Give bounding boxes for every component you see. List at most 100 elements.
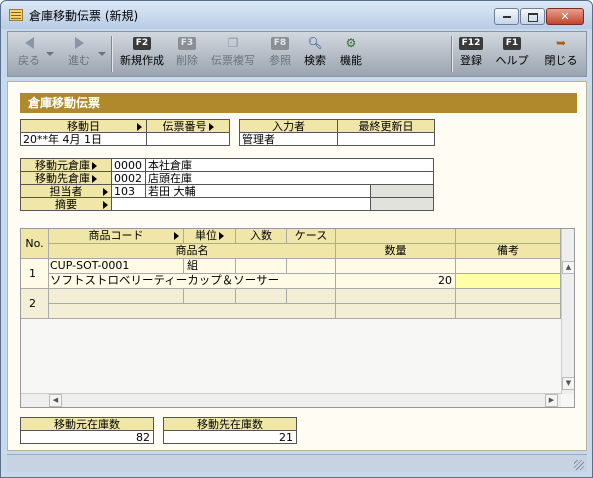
product-name-cell[interactable] — [49, 304, 336, 319]
source-warehouse-name: 本社倉庫 — [145, 158, 434, 172]
row-number[interactable]: 2 — [21, 289, 49, 319]
memo-field[interactable] — [111, 197, 371, 211]
product-name-cell[interactable]: ソフトストロベリーティーカップ＆ソーサー — [49, 274, 336, 289]
case-cell[interactable] — [287, 289, 336, 304]
exit-door-icon: ➥ — [555, 36, 567, 50]
search-label: 検索 — [304, 54, 326, 67]
last-updated-header: 最終更新日 — [337, 119, 435, 133]
col-header-no: No. — [21, 229, 49, 259]
copy-voucher-button[interactable]: ❐ 伝票複写 — [208, 32, 258, 76]
help-label: ヘルプ — [495, 54, 529, 67]
entered-by-header: 入力者 — [239, 119, 338, 133]
remarks-cell[interactable] — [456, 274, 561, 289]
forward-button[interactable]: 進む — [62, 32, 96, 76]
voucher-no-field[interactable] — [146, 132, 230, 146]
col-header-unit[interactable]: 単位 — [184, 229, 236, 244]
search-icon: 🔍︎ — [307, 36, 323, 50]
close-window-button[interactable]: ✕ — [546, 8, 584, 25]
move-date-field[interactable]: 20**年 4月 1日 — [20, 132, 147, 146]
back-label: 戻る — [18, 54, 40, 67]
quantity-cell[interactable]: 20 — [336, 274, 456, 289]
scroll-right-icon[interactable]: ▶ — [545, 394, 558, 407]
voucher-no-header[interactable]: 伝票番号 — [146, 119, 230, 133]
dest-warehouse-header[interactable]: 移動先倉庫 — [20, 171, 112, 185]
reference-button[interactable]: F8 参照 — [266, 32, 294, 76]
memo-arrow-icon — [103, 201, 108, 209]
col-header-product-code[interactable]: 商品コード — [49, 229, 184, 244]
product-code-cell[interactable] — [49, 289, 184, 304]
f8-key-icon: F8 — [270, 37, 290, 50]
f3-key-icon: F3 — [177, 37, 197, 50]
scroll-left-icon[interactable]: ◀ — [49, 394, 62, 407]
dest-stock-header: 移動先在庫数 — [163, 417, 297, 431]
memo-blank-cell — [370, 197, 434, 211]
function-icon: ⚙ — [345, 36, 357, 50]
dest-warehouse-name: 店頭在庫 — [145, 171, 434, 185]
reference-label: 参照 — [269, 54, 291, 67]
voucher-no-arrow-icon — [208, 123, 214, 131]
scroll-down-icon[interactable]: ▼ — [562, 377, 574, 390]
window-title: 倉庫移動伝票 (新規) — [29, 9, 139, 23]
new-label: 新規作成 — [120, 54, 164, 67]
title-bar[interactable]: 倉庫移動伝票 (新規) ✕ — [1, 1, 592, 29]
scroll-up-icon[interactable]: ▲ — [562, 261, 574, 274]
last-updated-value — [337, 132, 435, 146]
function-button[interactable]: ⚙ 機能 — [336, 32, 366, 76]
resize-grip-icon[interactable] — [574, 460, 584, 470]
qty-per-cell[interactable] — [236, 259, 287, 274]
copy-icon: ❐ — [227, 36, 239, 50]
status-bar — [7, 454, 587, 472]
new-button[interactable]: F2 新規作成 — [116, 32, 168, 76]
col-header-qty-per: 入数 — [236, 229, 287, 244]
product-code-arrow-icon — [174, 232, 179, 240]
source-warehouse-code[interactable]: 0000 — [111, 158, 146, 172]
back-dropdown-icon[interactable] — [46, 52, 54, 56]
dest-warehouse-code[interactable]: 0002 — [111, 171, 146, 185]
unit-cell[interactable]: 組 — [184, 259, 236, 274]
col-header-remarks: 備考 — [456, 244, 561, 259]
register-label: 登録 — [460, 54, 482, 67]
search-button[interactable]: 🔍︎ 検索 — [300, 32, 330, 76]
maximize-icon — [521, 9, 544, 24]
move-date-arrow-icon — [137, 123, 142, 131]
move-date-header[interactable]: 移動日 — [20, 119, 147, 133]
staff-arrow-icon — [103, 188, 108, 196]
back-button[interactable]: 戻る — [12, 32, 46, 76]
col-header-blank — [336, 229, 456, 244]
staff-name: 若田 大輔 — [145, 184, 371, 198]
delete-button[interactable]: F3 削除 — [172, 32, 202, 76]
copy-label: 伝票複写 — [211, 54, 255, 67]
dest-warehouse-arrow-icon — [92, 175, 97, 183]
vertical-scrollbar[interactable]: ▲ ▼ — [561, 229, 574, 394]
memo-header[interactable]: 摘要 — [20, 197, 112, 211]
toolbar: 戻る 進む F2 新規作成 F3 削除 ❐ 伝票複写 F8 参照 🔍︎ 検索 ⚙… — [7, 31, 587, 77]
remarks-cell[interactable] — [456, 304, 561, 319]
section-title: 倉庫移動伝票 — [20, 93, 577, 113]
staff-header[interactable]: 担当者 — [20, 184, 112, 198]
forward-dropdown-icon[interactable] — [98, 52, 106, 56]
case-cell[interactable] — [287, 259, 336, 274]
source-stock-header: 移動元在庫数 — [20, 417, 154, 431]
register-button[interactable]: F12 登録 — [457, 32, 485, 76]
blank-cell — [336, 289, 456, 304]
row-number[interactable]: 1 — [21, 259, 49, 289]
toolbar-separator — [111, 36, 112, 72]
qty-per-cell[interactable] — [236, 289, 287, 304]
horizontal-scrollbar[interactable]: ◀ ▶ — [21, 393, 561, 407]
quantity-cell[interactable] — [336, 304, 456, 319]
close-button[interactable]: ➥ 閉じる — [540, 32, 582, 76]
staff-code[interactable]: 103 — [111, 184, 146, 198]
form-content: 倉庫移動伝票 移動日 伝票番号 20**年 4月 1日 入力者 最終更新日 管理… — [7, 81, 587, 451]
app-window: 倉庫移動伝票 (新規) ✕ 戻る 進む F2 新規作成 F3 削除 ❐ 伝票複写 — [0, 0, 593, 478]
col-header-blank-2 — [456, 229, 561, 244]
minimize-icon — [495, 9, 518, 24]
source-warehouse-header[interactable]: 移動元倉庫 — [20, 158, 112, 172]
memo-label: 摘要 — [55, 198, 77, 211]
maximize-button[interactable] — [520, 8, 545, 25]
help-button[interactable]: F1 ヘルプ — [490, 32, 534, 76]
f2-key-icon: F2 — [132, 37, 152, 50]
col-header-case: ケース — [287, 229, 336, 244]
product-code-cell[interactable]: CUP-SOT-0001 — [49, 259, 184, 274]
minimize-button[interactable] — [494, 8, 519, 25]
unit-cell[interactable] — [184, 289, 236, 304]
